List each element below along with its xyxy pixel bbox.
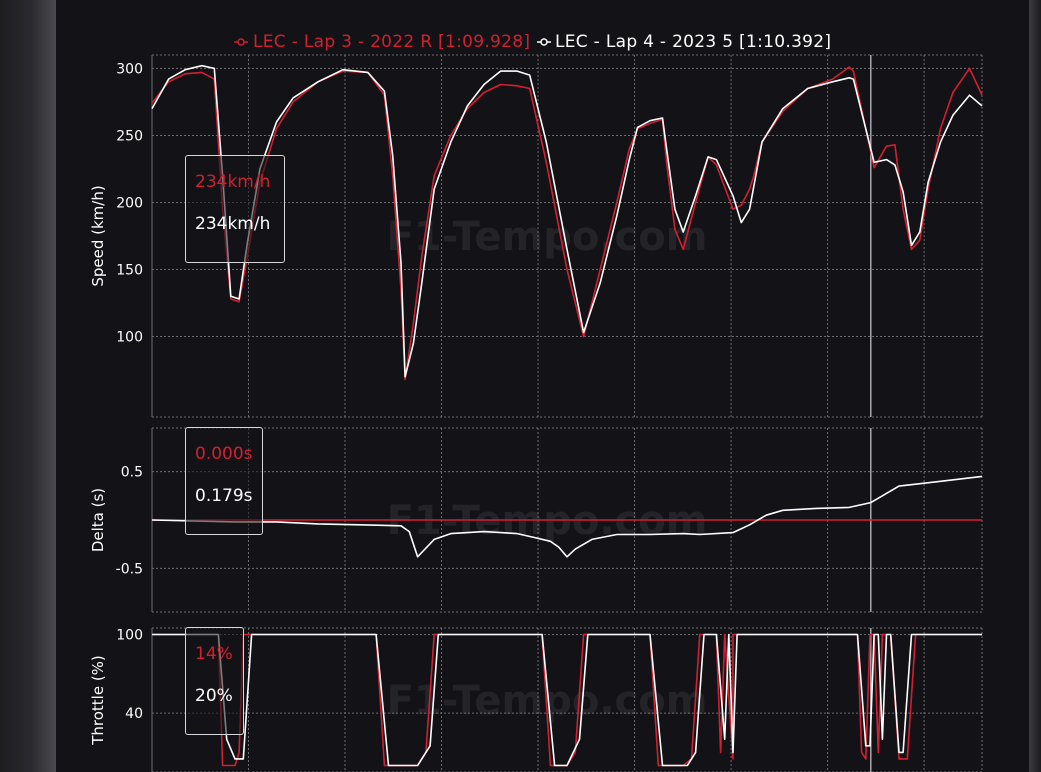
legend-item-lap2[interactable]: LEC - Lap 4 - 2023 5 [1:10.392] bbox=[537, 32, 831, 52]
throttle-tooltip: 14% 20% bbox=[185, 627, 244, 735]
speed-axis-title: Speed (km/h) bbox=[89, 185, 107, 286]
speed-tooltip-lap2: 234km/h bbox=[195, 214, 271, 234]
speed-tick-label: 250 bbox=[116, 128, 143, 144]
speed-tooltip: 234km/h 234km/h bbox=[185, 155, 285, 263]
throttle-tick-label: 40 bbox=[125, 706, 143, 722]
app-frame: LEC - Lap 3 - 2022 R [1:09.928] LEC - La… bbox=[0, 0, 1041, 772]
delta-watermark: F1-Tempo.com bbox=[387, 498, 708, 544]
legend-dot-lap1 bbox=[237, 38, 245, 46]
delta-tooltip-lap2: 0.179s bbox=[195, 486, 253, 506]
delta-tick-label: -0.5 bbox=[116, 561, 143, 577]
legend-label-lap2: LEC - Lap 4 - 2023 5 [1:10.392] bbox=[555, 32, 831, 52]
legend-item-lap1[interactable]: LEC - Lap 3 - 2022 R [1:09.928] bbox=[234, 32, 530, 52]
throttle-tooltip-lap2: 20% bbox=[195, 686, 233, 706]
throttle-axis-title: Throttle (%) bbox=[89, 655, 107, 746]
throttle-tooltip-lap1: 14% bbox=[195, 644, 233, 664]
legend: LEC - Lap 3 - 2022 R [1:09.928] LEC - La… bbox=[234, 32, 831, 52]
speed-tick-label: 150 bbox=[116, 263, 143, 279]
speed-tick-label: 100 bbox=[116, 330, 143, 346]
speed-watermark: F1-Tempo.com bbox=[387, 214, 708, 260]
telemetry-panel: LEC - Lap 3 - 2022 R [1:09.928] LEC - La… bbox=[56, 0, 1029, 772]
legend-dot-lap2 bbox=[540, 38, 548, 46]
delta-tick-label: 0.5 bbox=[121, 465, 143, 481]
speed-tooltip-lap1: 234km/h bbox=[195, 172, 271, 192]
right-backdrop bbox=[1029, 0, 1041, 772]
left-backdrop bbox=[0, 0, 56, 772]
throttle-tick-label: 100 bbox=[116, 628, 143, 644]
speed-tick-label: 200 bbox=[116, 195, 143, 211]
delta-axis-title: Delta (s) bbox=[89, 488, 107, 552]
delta-tooltip-lap1: 0.000s bbox=[195, 444, 253, 464]
legend-label-lap1: LEC - Lap 3 - 2022 R [1:09.928] bbox=[253, 32, 530, 52]
speed-tick-label: 300 bbox=[116, 61, 143, 77]
delta-tooltip: 0.000s 0.179s bbox=[185, 427, 263, 535]
